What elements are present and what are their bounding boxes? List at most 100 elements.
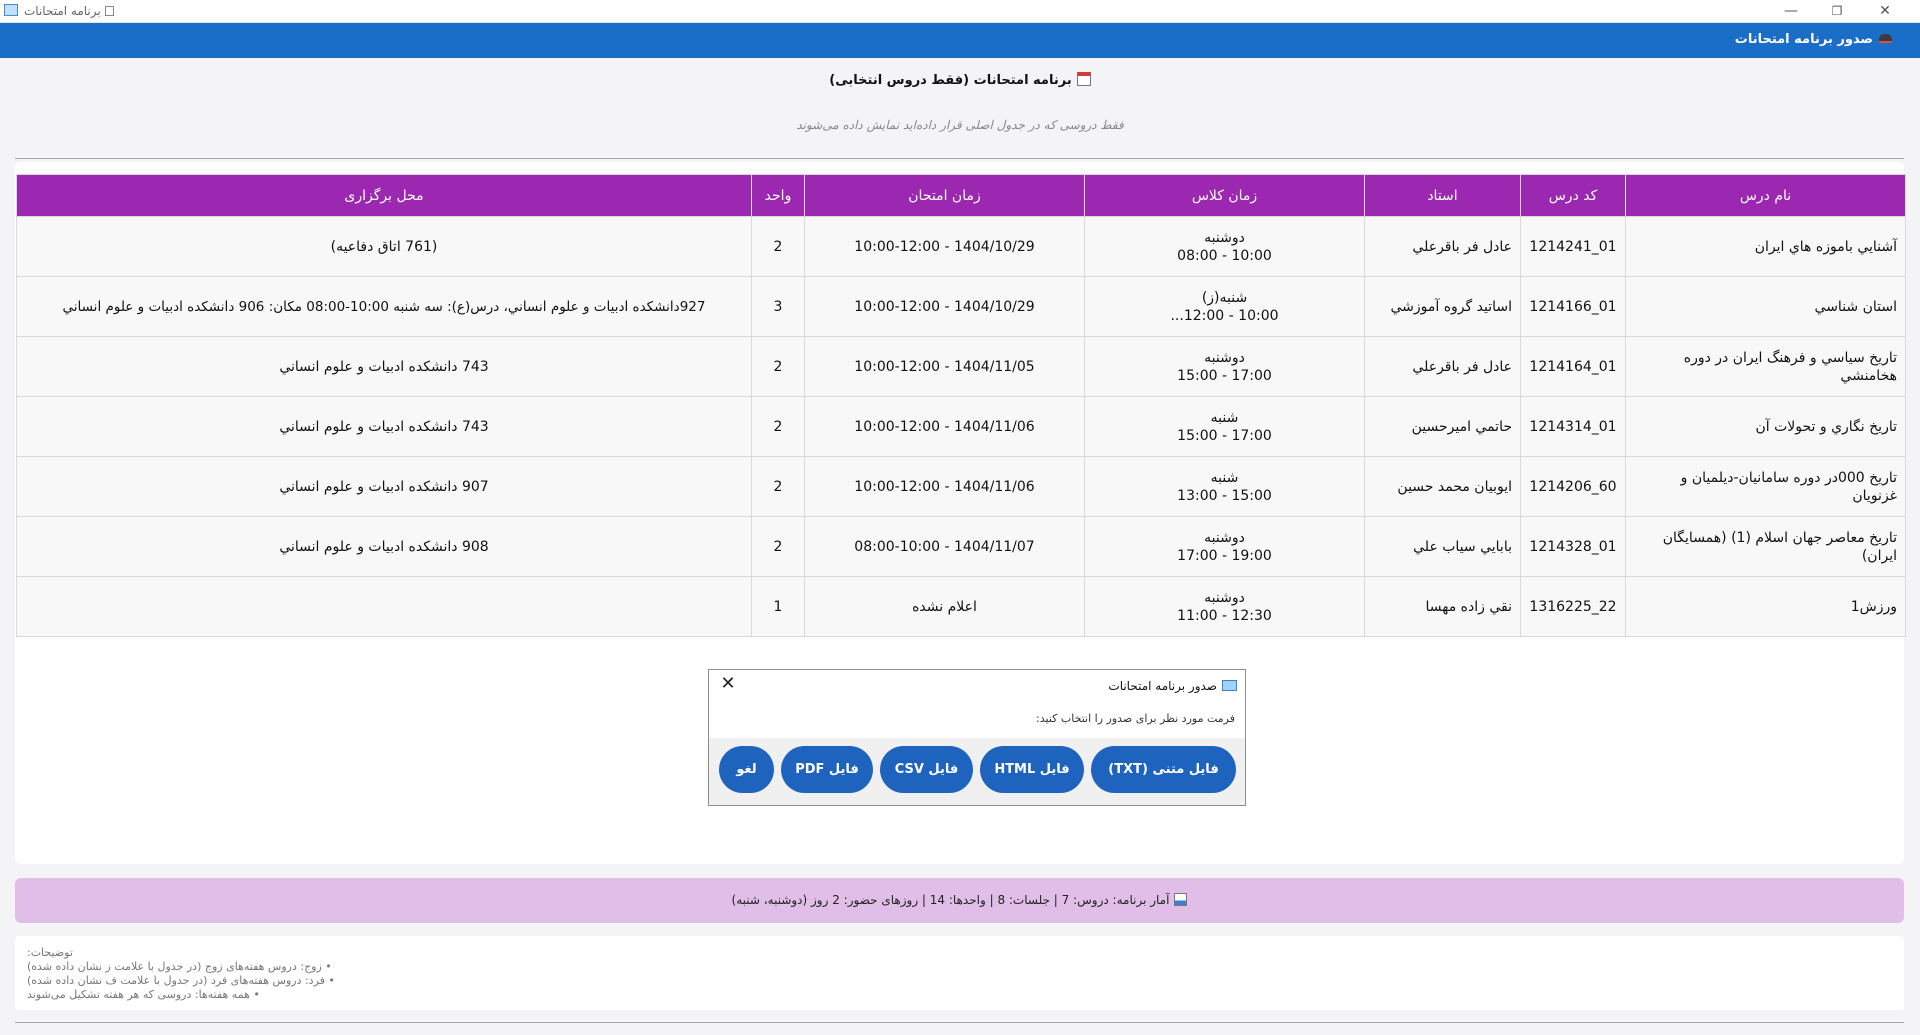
cell-course-code: 01_1214241 [1520, 216, 1626, 277]
note-line: • زوج: دروس هفته‌های زوج (در جدول با علا… [27, 960, 332, 973]
cell-units: 2 [751, 336, 805, 397]
cell-course-name: تاريخ سياسي و فرهنگ ايران در دوره هخامنش… [1625, 336, 1906, 397]
table-header-row: نام درس کد درس استاد زمان کلاس زمان امتح… [16, 174, 1906, 217]
export-html-button[interactable]: فایل HTML [980, 746, 1084, 793]
column-header-units[interactable]: واحد [751, 174, 805, 217]
table-row[interactable]: تاريخ معاصر جهان اسلام (1) (همسايگان اير… [16, 516, 1906, 577]
class-hours: 17:00 - 15:00 [1177, 427, 1272, 444]
column-header-exam-time[interactable]: زمان امتحان [804, 174, 1085, 217]
dialog-title-text: صدور برنامه امتحانات [1108, 679, 1217, 693]
cell-place: 927دانشکده ادبيات و علوم انساني، درس(ع):… [16, 276, 752, 337]
cell-course-code: 60_1214206 [1520, 456, 1626, 517]
page-subtitle: فقط دروسی که در جدول اصلی قرار داده‌اید … [796, 118, 1124, 132]
dialog-title: صدور برنامه امتحانات [1108, 679, 1237, 693]
cell-units: 2 [751, 516, 805, 577]
cell-exam-time: 1404/11/06 - 10:00-12:00 [804, 396, 1085, 457]
note-line: • فرد: دروس هفته‌های فرد (در جدول با علا… [27, 974, 335, 987]
window-close-button[interactable]: ✕ [1862, 0, 1908, 22]
export-icon [1879, 34, 1892, 43]
minimize-button[interactable]: — [1768, 0, 1814, 22]
class-hours: 17:00 - 15:00 [1177, 367, 1272, 384]
export-csv-button[interactable]: فایل CSV [880, 746, 973, 793]
table-row[interactable]: استان شناسي 01_1214166 اساتيد گروه آموزش… [16, 276, 1906, 337]
page-title-text: برنامه امتحانات (فقط دروس انتخابی) [829, 73, 1072, 88]
table-row[interactable]: تاريخ نگاري و تحولات آن 01_1214314 حاتمي… [16, 396, 1906, 457]
cell-teacher: حاتمي اميرحسين [1364, 396, 1521, 457]
document-icon [104, 6, 114, 16]
cell-teacher: عادل فر باقرعلي [1364, 336, 1521, 397]
notes-heading: توضیحات: [27, 946, 73, 959]
exam-table: نام درس کد درس استاد زمان کلاس زمان امتح… [16, 174, 1906, 637]
column-header-name[interactable]: نام درس [1625, 174, 1906, 217]
table-row[interactable]: آشنايي باموزه هاي ايران 01_1214241 عادل … [16, 216, 1906, 277]
class-day: دوشنبه [1204, 229, 1245, 246]
column-header-code[interactable]: کد درس [1520, 174, 1626, 217]
class-hours: 15:00 - 13:00 [1177, 487, 1272, 504]
cell-teacher: عادل فر باقرعلي [1364, 216, 1521, 277]
cell-exam-time: 1404/11/06 - 10:00-12:00 [804, 456, 1085, 517]
separator [15, 1022, 1904, 1023]
separator [15, 158, 1904, 159]
cell-course-code: 01_1214166 [1520, 276, 1626, 337]
note-line: • همه هفته‌ها: دروسی که هر هفته تشکیل می… [27, 988, 260, 1001]
cell-place: 743 دانشکده ادبيات و علوم انساني [16, 396, 752, 457]
cell-course-code: 01_1214328 [1520, 516, 1626, 577]
cell-class-time: شنبه 17:00 - 15:00 [1084, 396, 1365, 457]
table-row[interactable]: تاريخ 000در دوره سامانيان-ديلميان و غزنو… [16, 456, 1906, 517]
cell-class-time: شنبه 15:00 - 13:00 [1084, 456, 1365, 517]
cell-place: 907 دانشکده ادبيات و علوم انساني [16, 456, 752, 517]
cell-units: 2 [751, 456, 805, 517]
class-day: شنبه(ز) [1201, 289, 1248, 306]
restore-button[interactable]: ❐ [1814, 0, 1860, 22]
class-day: شنبه [1210, 469, 1239, 486]
cell-teacher: نقي زاده مهسا [1364, 576, 1521, 637]
table-row[interactable]: ورزش1 22_1316225 نقي زاده مهسا دوشنبه 12:… [16, 576, 1906, 637]
cell-place: (761 اتاق دفاعیه) [16, 216, 752, 277]
cell-teacher: ايوبيان محمد حسين [1364, 456, 1521, 517]
cancel-button[interactable]: لغو [719, 746, 774, 793]
table-row[interactable]: تاريخ سياسي و فرهنگ ايران در دوره هخامنش… [16, 336, 1906, 397]
cell-class-time: دوشنبه 10:00 - 08:00 [1084, 216, 1365, 277]
window-title-text: برنامه امتحانات [24, 4, 101, 18]
window-titlebar: برنامه امتحانات — ❐ ✕ [0, 0, 1920, 23]
class-day: دوشنبه [1204, 349, 1245, 366]
cell-place [16, 576, 752, 637]
cell-exam-time: 1404/11/05 - 10:00-12:00 [804, 336, 1085, 397]
cell-units: 1 [751, 576, 805, 637]
chart-icon [1174, 893, 1188, 906]
dialog-header: صدور برنامه امتحانات ✕ فرمت مورد نظر برا… [709, 670, 1245, 738]
cell-units: 2 [751, 216, 805, 277]
column-header-class-time[interactable]: زمان کلاس [1084, 174, 1365, 217]
export-pdf-button[interactable]: فایل PDF [781, 746, 873, 793]
cell-course-code: 01_1214314 [1520, 396, 1626, 457]
cell-class-time: دوشنبه 17:00 - 15:00 [1084, 336, 1365, 397]
column-header-place[interactable]: محل برگزاری [16, 174, 752, 217]
stats-text: آمار برنامه: دروس: 7 | جلسات: 8 | واحدها… [731, 893, 1170, 907]
cell-course-code: 01_1214164 [1520, 336, 1626, 397]
app-icon [4, 4, 18, 16]
header-bar: صدور برنامه امتحانات [0, 23, 1920, 58]
class-hours: 19:00 - 17:00 [1177, 547, 1272, 564]
cell-class-time: شنبه(ز) 10:00 - 12:00... [1084, 276, 1365, 337]
cell-exam-time: 1404/10/29 - 10:00-12:00 [804, 216, 1085, 277]
cell-exam-time: 1404/10/29 - 10:00-12:00 [804, 276, 1085, 337]
export-dialog: صدور برنامه امتحانات ✕ فرمت مورد نظر برا… [708, 669, 1246, 806]
notes-text: توضیحات: • زوج: دروس هفته‌های زوج (در جد… [27, 946, 335, 1002]
dialog-close-button[interactable]: ✕ [717, 673, 739, 695]
column-header-teacher[interactable]: استاد [1364, 174, 1521, 217]
dialog-buttons: فایل متنی (TXT) فایل HTML فایل CSV فایل … [719, 746, 1236, 794]
class-day: دوشنبه [1204, 529, 1245, 546]
cell-place: 743 دانشکده ادبيات و علوم انساني [16, 336, 752, 397]
header-title: صدور برنامه امتحانات [1735, 32, 1892, 47]
class-day: شنبه [1210, 409, 1239, 426]
cell-course-name: تاريخ معاصر جهان اسلام (1) (همسايگان اير… [1625, 516, 1906, 577]
class-hours: 12:30 - 11:00 [1177, 607, 1272, 624]
notes-panel: توضیحات: • زوج: دروس هفته‌های زوج (در جد… [15, 936, 1904, 1010]
page-title: برنامه امتحانات (فقط دروس انتخابی) [0, 72, 1920, 88]
cell-course-code: 22_1316225 [1520, 576, 1626, 637]
header-title-text: صدور برنامه امتحانات [1734, 32, 1873, 47]
class-hours: 10:00 - 08:00 [1177, 247, 1272, 264]
cell-teacher: اساتيد گروه آموزشي [1364, 276, 1521, 337]
export-txt-button[interactable]: فایل متنی (TXT) [1091, 746, 1236, 793]
cell-exam-time: 1404/11/07 - 08:00-10:00 [804, 516, 1085, 577]
